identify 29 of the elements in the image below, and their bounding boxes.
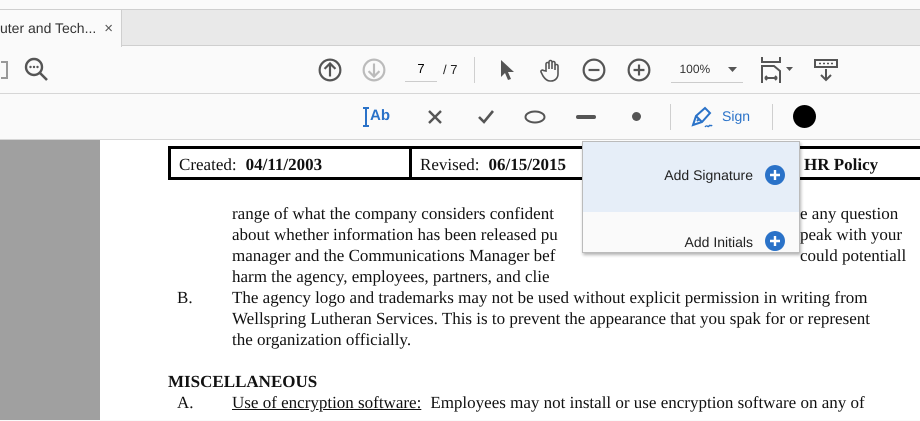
document-tab[interactable]: uter and Tech... × xyxy=(0,10,122,47)
text-line: e any question xyxy=(800,203,898,224)
text-cursor-icon xyxy=(362,106,370,128)
text-line: about whether information has been released pu xyxy=(232,224,558,245)
text-line: harm the agency, employees, partners, and clie xyxy=(232,266,550,287)
text-line: peak with your xyxy=(800,224,902,245)
close-tab-button[interactable]: × xyxy=(104,21,113,36)
text-line: The agency logo and trademarks may not be used without explicit permission in writing from xyxy=(232,287,868,308)
text-line: range of what the company considers confident xyxy=(232,203,554,224)
list-marker: B. xyxy=(177,287,194,308)
text-line: Wellspring Lutheran Services. This is to prevent the appearance that you spak for or represent xyxy=(232,309,870,328)
text-line: could potentiall xyxy=(800,245,906,266)
caret-icon xyxy=(728,67,738,72)
text-line: the organization officially. xyxy=(232,330,412,349)
plus-circle-icon xyxy=(765,165,785,185)
tab-title: uter and Tech... xyxy=(0,19,96,38)
ink-color-swatch[interactable] xyxy=(793,105,816,128)
menu-item[interactable]: Add Initials xyxy=(583,212,799,252)
page-total: / 7 xyxy=(443,60,458,79)
zoom-dropdown[interactable]: 100% xyxy=(671,56,744,82)
text-line: Use of encryption software: Employees may not install or use encryption software on any of xyxy=(232,392,865,413)
page-number-field[interactable]: 7 xyxy=(405,57,437,82)
sign-button[interactable]: Sign xyxy=(690,102,750,132)
text-line: manager and the Communications Manager bef xyxy=(232,245,556,266)
section-heading: MISCELLANEOUS xyxy=(168,372,318,391)
menu-item[interactable]: Add Signature xyxy=(583,142,799,212)
add-text-tool[interactable]: Ab xyxy=(362,102,390,132)
table-cell-text: Created: 04/11/2003 xyxy=(178,154,324,176)
list-marker: A. xyxy=(177,392,195,413)
